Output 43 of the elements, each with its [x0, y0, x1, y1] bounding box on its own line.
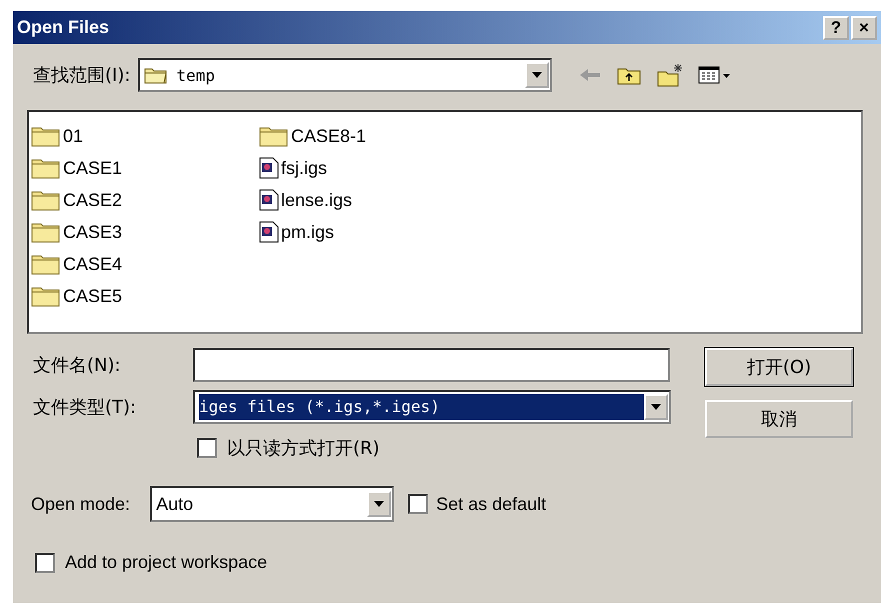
document-icon: [259, 157, 279, 179]
file-item[interactable]: CASE8-1: [259, 120, 487, 152]
title-bar-button[interactable]: ×: [851, 16, 877, 40]
folder-icon: [144, 66, 168, 84]
folder-icon: [31, 221, 61, 243]
checkbox[interactable]: [35, 552, 55, 572]
open-mode-dropdown[interactable]: Auto: [150, 486, 394, 522]
file-list[interactable]: 01 CASE1 CASE2 CASE3 CASE4 CASE5 CASE8-1 fsj.igs lense.igs pm.igs: [27, 110, 863, 334]
window-title: Open Files: [17, 17, 110, 38]
checkbox[interactable]: [197, 438, 217, 458]
look-in-label: 查找范围(I):: [33, 64, 130, 87]
open-mode-label: Open mode:: [31, 494, 130, 514]
folder-icon: [31, 253, 61, 275]
new-folder-icon[interactable]: [656, 63, 684, 87]
folder-icon: [31, 157, 61, 179]
document-icon: [259, 221, 279, 243]
folder-icon: [259, 125, 289, 147]
read-only-label: 以只读方式打开(R): [227, 437, 380, 460]
look-in-dropdown[interactable]: temp: [138, 58, 552, 92]
folder-icon: [31, 285, 61, 307]
file-item[interactable]: CASE5: [31, 280, 259, 312]
folder-icon: [31, 189, 61, 211]
file-type-label: 文件类型(T):: [33, 396, 138, 419]
file-type-dropdown[interactable]: iges files (*.igs,*.iges): [193, 390, 671, 424]
file-item[interactable]: CASE4: [31, 248, 259, 280]
document-icon: [259, 189, 279, 211]
checkbox[interactable]: [408, 494, 428, 514]
title-bar-button[interactable]: ?: [823, 16, 849, 40]
file-item[interactable]: CASE3: [31, 216, 259, 248]
folder-icon: [31, 125, 61, 147]
file-item[interactable]: 01: [31, 120, 259, 152]
file-item[interactable]: pm.igs: [259, 216, 487, 248]
add-to-project-label: Add to project workspace: [65, 552, 268, 573]
cancel-button[interactable]: 取消: [705, 400, 853, 438]
file-name-label: 文件名(N):: [33, 354, 122, 377]
set-default-label: Set as default: [436, 494, 546, 514]
file-item[interactable]: CASE1: [31, 152, 259, 184]
file-name-field[interactable]: [193, 348, 670, 382]
open-button[interactable]: 打开(O): [705, 348, 853, 386]
view-menu-icon[interactable]: [698, 65, 732, 85]
file-item[interactable]: lense.igs: [259, 184, 487, 216]
file-item[interactable]: CASE2: [31, 184, 259, 216]
file-item[interactable]: fsj.igs: [259, 152, 487, 184]
